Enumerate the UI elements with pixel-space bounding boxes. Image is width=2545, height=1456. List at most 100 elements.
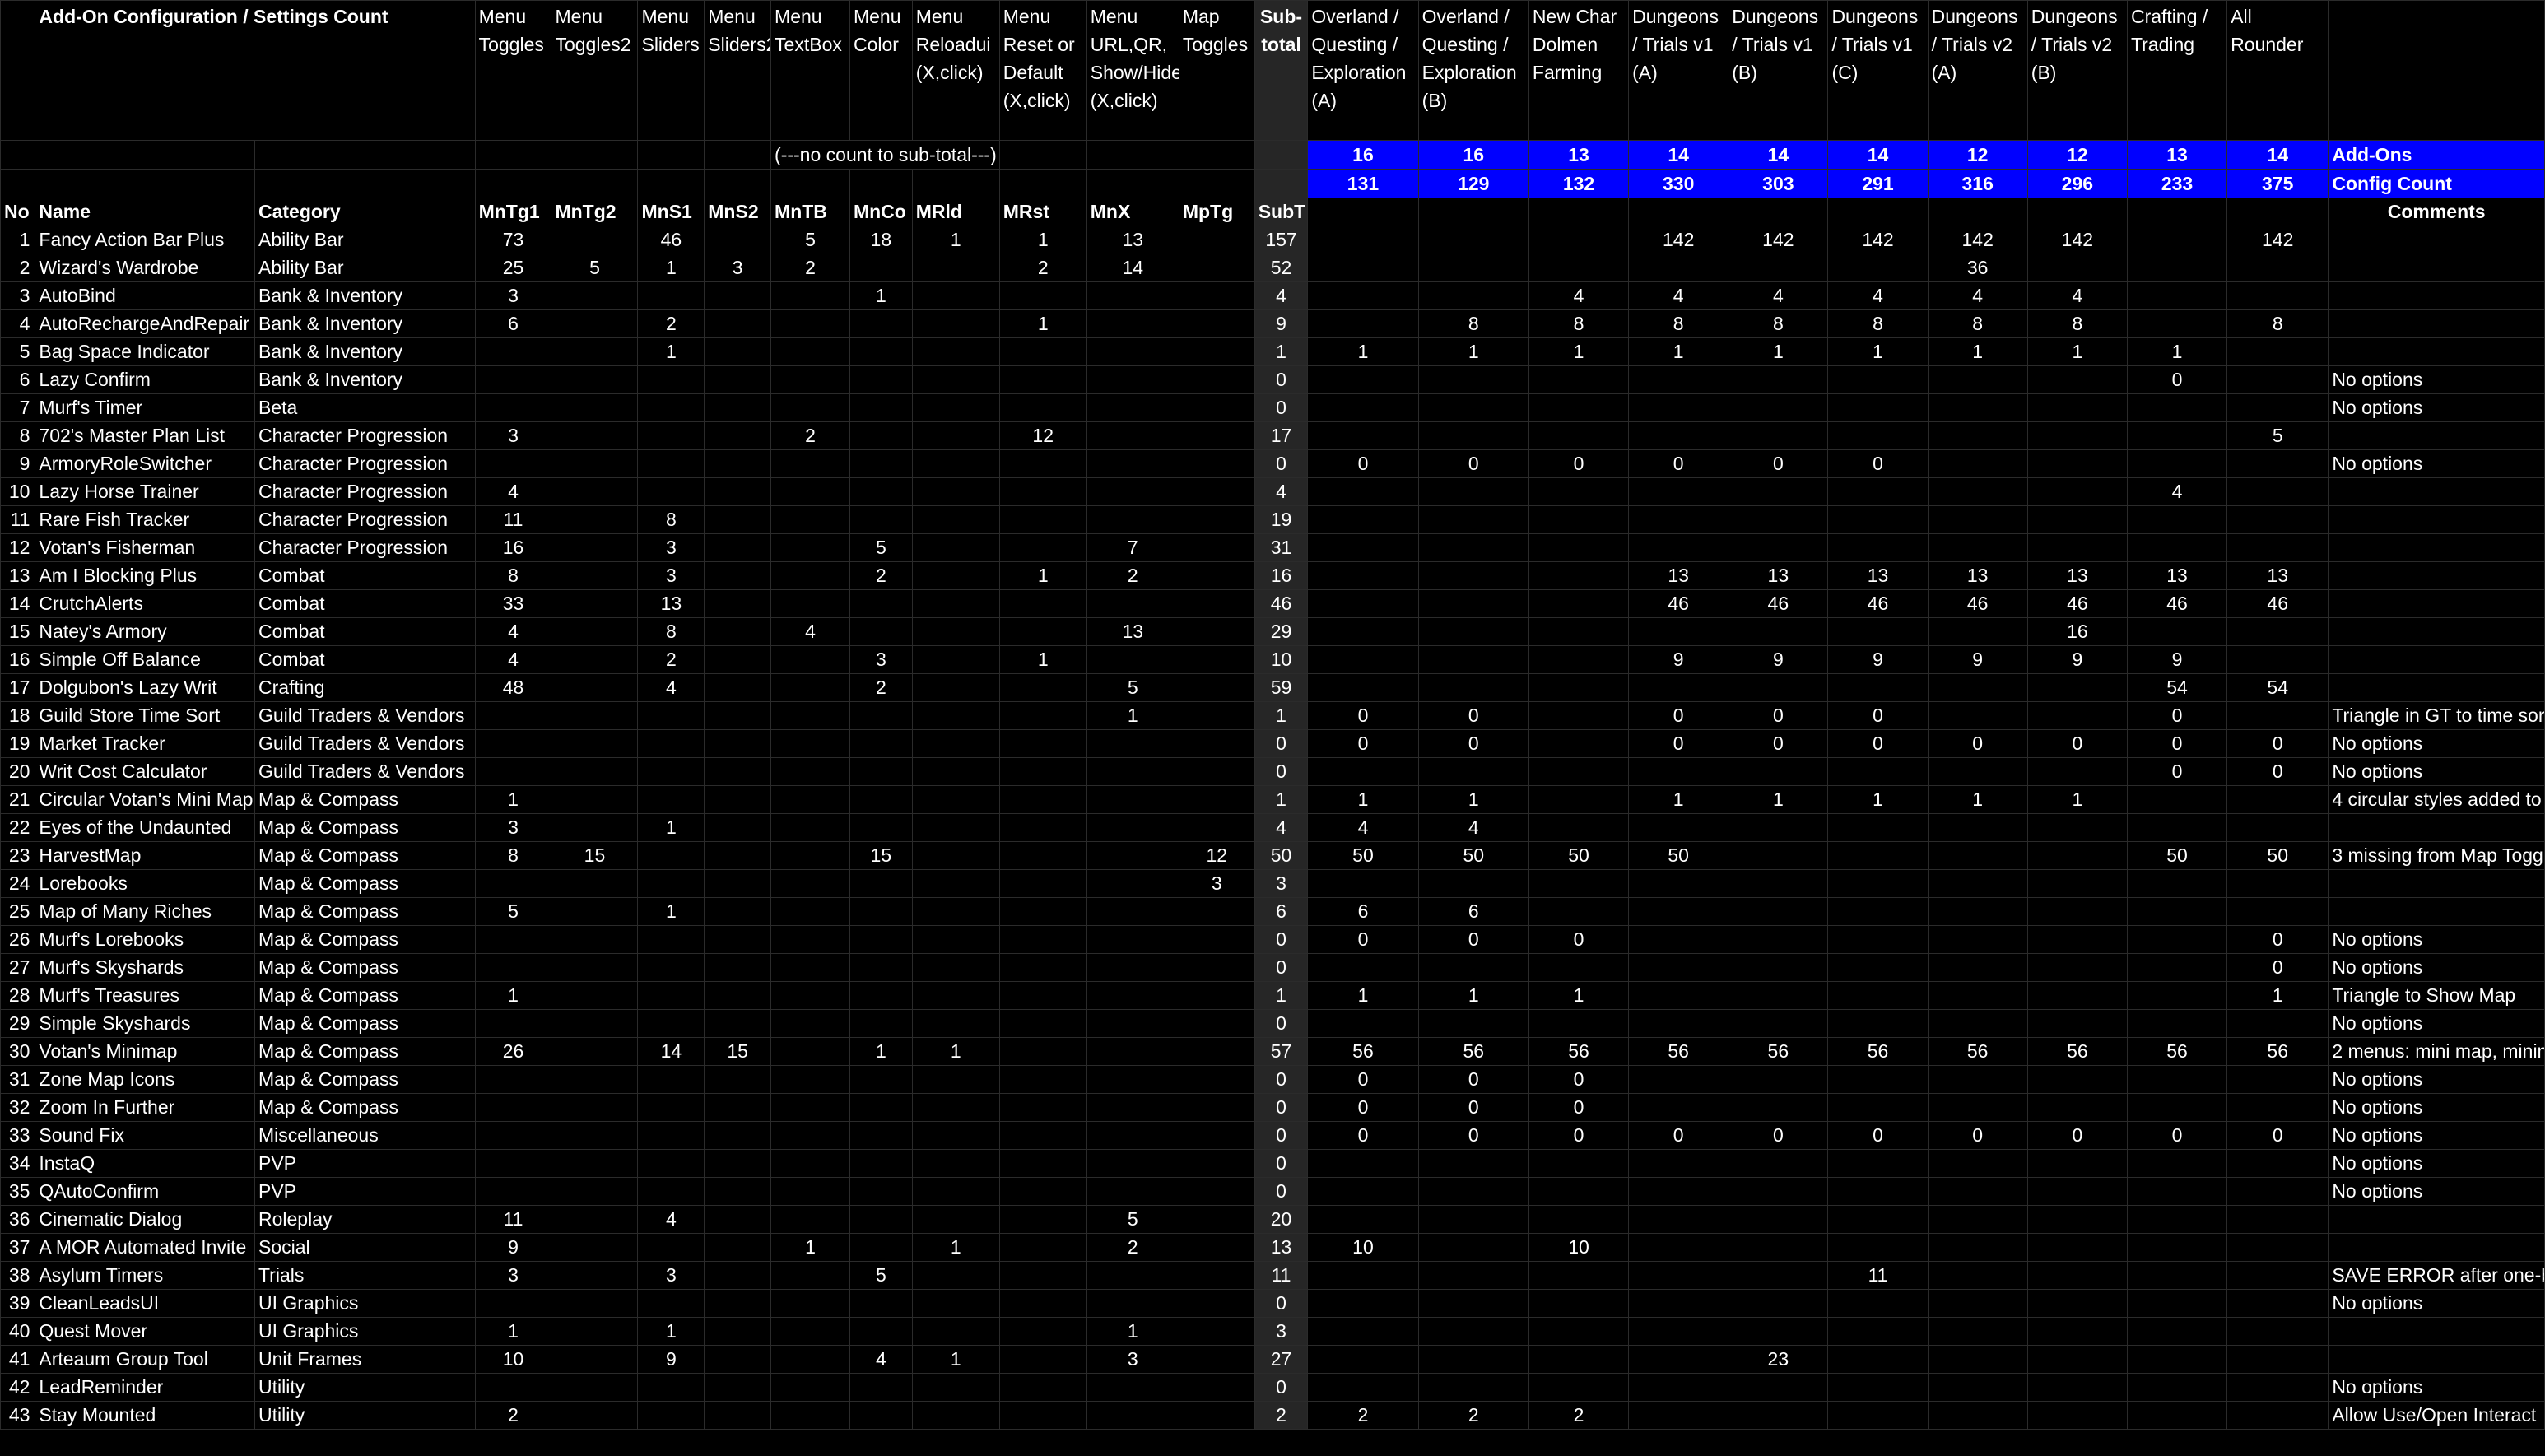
value-cell[interactable]: 1 xyxy=(1728,785,1829,814)
value-cell[interactable] xyxy=(1528,421,1630,450)
column-code-header[interactable]: MnS1 xyxy=(637,198,705,226)
value-cell[interactable]: 13 xyxy=(2226,561,2329,590)
row-number-cell[interactable]: 22 xyxy=(0,813,36,842)
value-cell[interactable]: 4 xyxy=(2126,477,2228,506)
row-number-cell[interactable]: 29 xyxy=(0,1009,36,1038)
value-cell[interactable] xyxy=(1927,505,2028,534)
value-cell[interactable] xyxy=(849,365,913,394)
value-cell[interactable] xyxy=(1528,477,1630,506)
value-cell[interactable] xyxy=(1417,365,1529,394)
value-cell[interactable] xyxy=(1827,477,1929,506)
addons-label[interactable]: Add-Ons xyxy=(2328,140,2545,170)
value-cell[interactable] xyxy=(1827,841,1929,870)
subtotal-cell[interactable]: 17 xyxy=(1254,421,1309,450)
empty-cell[interactable] xyxy=(1307,198,1419,226)
value-cell[interactable] xyxy=(704,281,772,310)
value-cell[interactable] xyxy=(551,1233,639,1262)
value-cell[interactable] xyxy=(1178,1093,1255,1122)
value-cell[interactable]: 8 xyxy=(1628,309,1729,338)
category-cell[interactable]: Roleplay xyxy=(254,1205,476,1234)
row-number-cell[interactable]: 33 xyxy=(0,1121,36,1150)
value-cell[interactable] xyxy=(770,533,850,562)
value-cell[interactable] xyxy=(911,897,1000,926)
value-cell[interactable] xyxy=(1178,254,1255,282)
empty-cell[interactable] xyxy=(2328,0,2545,141)
value-cell[interactable] xyxy=(1178,757,1255,786)
value-cell[interactable] xyxy=(849,1177,913,1206)
empty-cell[interactable] xyxy=(637,140,705,170)
value-cell[interactable] xyxy=(1307,1317,1419,1346)
value-cell[interactable] xyxy=(1927,393,2028,422)
value-cell[interactable]: 3 xyxy=(637,1261,705,1290)
value-cell[interactable] xyxy=(1927,673,2028,702)
addon-name-cell[interactable]: Rare Fish Tracker xyxy=(35,505,255,534)
value-cell[interactable] xyxy=(637,1009,705,1038)
config-count-cell[interactable]: 132 xyxy=(1528,169,1630,198)
subtotal-cell[interactable]: 0 xyxy=(1254,1121,1309,1150)
value-cell[interactable] xyxy=(998,841,1087,870)
value-cell[interactable] xyxy=(911,365,1000,394)
value-cell[interactable] xyxy=(2226,869,2329,898)
comment-cell[interactable]: No options xyxy=(2328,1009,2545,1038)
value-cell[interactable] xyxy=(1307,505,1419,534)
value-cell[interactable] xyxy=(1927,421,2028,450)
value-cell[interactable] xyxy=(849,1401,913,1430)
value-cell[interactable] xyxy=(1628,617,1729,646)
value-cell[interactable] xyxy=(551,1317,639,1346)
value-cell[interactable] xyxy=(1728,1065,1829,1094)
value-cell[interactable]: 0 xyxy=(1728,729,1829,758)
column-code-header[interactable]: SubT xyxy=(1254,198,1309,226)
comment-cell[interactable] xyxy=(2328,505,2545,534)
value-cell[interactable] xyxy=(637,869,705,898)
value-cell[interactable] xyxy=(2126,281,2228,310)
value-cell[interactable]: 142 xyxy=(1728,226,1829,254)
value-cell[interactable]: 4 xyxy=(1528,281,1630,310)
addon-count-cell[interactable]: 12 xyxy=(1927,140,2028,170)
value-cell[interactable] xyxy=(1086,1401,1179,1430)
value-cell[interactable] xyxy=(551,617,639,646)
row-number-cell[interactable]: 40 xyxy=(0,1317,36,1346)
value-cell[interactable] xyxy=(998,505,1087,534)
value-cell[interactable] xyxy=(1178,281,1255,310)
value-cell[interactable]: 8 xyxy=(1528,309,1630,338)
subtotal-cell[interactable]: 13 xyxy=(1254,1233,1309,1262)
value-cell[interactable] xyxy=(2026,757,2128,786)
value-cell[interactable]: 0 xyxy=(1728,701,1829,730)
value-cell[interactable] xyxy=(2026,981,2128,1010)
value-cell[interactable] xyxy=(1178,1261,1255,1290)
value-cell[interactable] xyxy=(551,1009,639,1038)
comment-cell[interactable]: No options xyxy=(2328,729,2545,758)
value-cell[interactable] xyxy=(1628,1093,1729,1122)
value-cell[interactable] xyxy=(704,981,772,1010)
addon-name-cell[interactable]: AutoRechargeAndRepair xyxy=(35,309,255,338)
value-cell[interactable] xyxy=(1417,533,1529,562)
value-cell[interactable] xyxy=(2226,365,2329,394)
value-cell[interactable] xyxy=(704,953,772,982)
value-cell[interactable] xyxy=(1528,701,1630,730)
value-cell[interactable]: 142 xyxy=(1628,226,1729,254)
addon-name-cell[interactable]: Writ Cost Calculator xyxy=(35,757,255,786)
value-cell[interactable] xyxy=(1307,1289,1419,1318)
value-cell[interactable] xyxy=(998,617,1087,646)
subtotal-cell[interactable]: 31 xyxy=(1254,533,1309,562)
value-cell[interactable] xyxy=(551,505,639,534)
value-cell[interactable] xyxy=(911,617,1000,646)
value-cell[interactable]: 56 xyxy=(2126,1037,2228,1066)
category-cell[interactable]: Bank & Inventory xyxy=(254,337,476,366)
value-cell[interactable] xyxy=(2026,365,2128,394)
value-cell[interactable] xyxy=(998,673,1087,702)
empty-cell[interactable] xyxy=(0,0,36,141)
value-cell[interactable] xyxy=(911,477,1000,506)
value-cell[interactable] xyxy=(551,589,639,618)
value-cell[interactable]: 13 xyxy=(2126,561,2228,590)
value-cell[interactable] xyxy=(1178,449,1255,478)
value-cell[interactable] xyxy=(474,1149,552,1178)
value-cell[interactable]: 13 xyxy=(1927,561,2028,590)
value-cell[interactable] xyxy=(849,1093,913,1122)
value-cell[interactable] xyxy=(770,505,850,534)
addon-count-cell[interactable]: 14 xyxy=(1728,140,1829,170)
value-cell[interactable] xyxy=(2126,254,2228,282)
value-cell[interactable] xyxy=(1728,421,1829,450)
value-cell[interactable] xyxy=(1827,1065,1929,1094)
addon-name-cell[interactable]: Arteaum Group Tool xyxy=(35,1345,255,1374)
